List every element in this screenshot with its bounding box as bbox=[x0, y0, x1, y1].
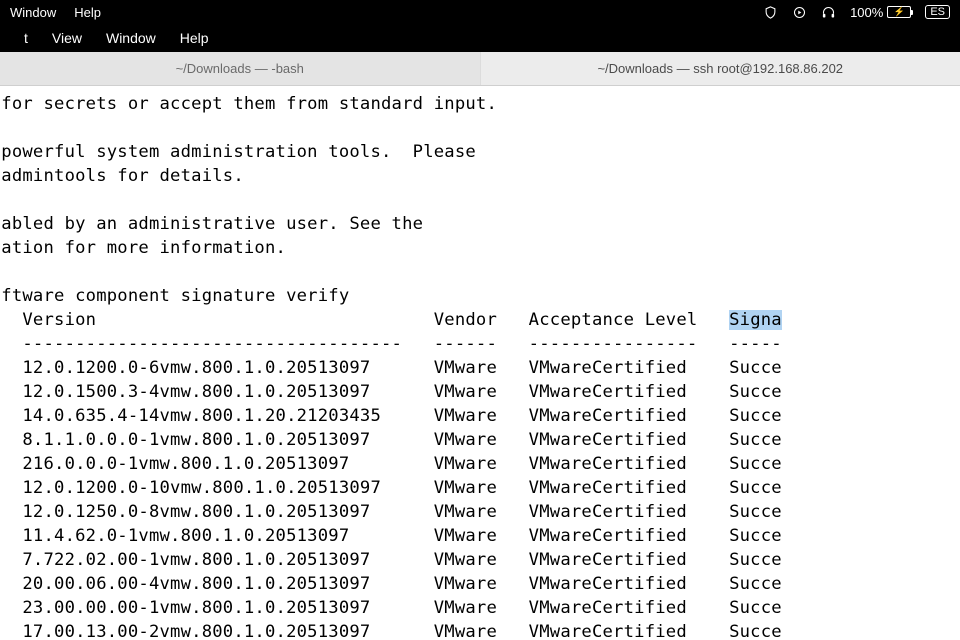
table-row: oCE 216.0.0.0-1vmw.800.1.0.20513097 VMwa… bbox=[0, 452, 960, 476]
terminal-tab-1[interactable]: ~/Downloads — -bash bbox=[0, 52, 481, 85]
tab-path: ~/Downloads bbox=[597, 61, 673, 76]
table-row: 12.0.1200.0-10vmw.800.1.0.20513097 VMwar… bbox=[0, 476, 960, 500]
table-row: be 12.0.1500.3-4vmw.800.1.0.20513097 VMw… bbox=[0, 380, 960, 404]
terminal-output[interactable]: rompt for secrets or accept them from st… bbox=[0, 86, 960, 640]
terminal-tabbar: ~/Downloads — -bash ~/Downloads — ssh ro… bbox=[0, 52, 960, 86]
terminal-line: cli software component signature verify bbox=[0, 284, 960, 308]
app-menu-window[interactable]: Window bbox=[106, 30, 156, 46]
battery-status[interactable]: 100% ⚡ bbox=[850, 5, 911, 20]
table-row: 7.722.02.00-1vmw.800.1.0.20513097 VMware… bbox=[0, 548, 960, 572]
table-row: 11.4.62.0-1vmw.800.1.0.20513097 VMware V… bbox=[0, 524, 960, 548]
terminal-line bbox=[0, 116, 960, 140]
terminal-line: cumentation for more information. bbox=[0, 236, 960, 260]
tab-sep: — bbox=[677, 61, 694, 76]
table-separator-row: ------ ---------------------------------… bbox=[0, 332, 960, 356]
tab-sep: — bbox=[255, 61, 272, 76]
terminal-line: rompt for secrets or accept them from st… bbox=[0, 92, 960, 116]
table-row: 20.00.06.00-4vmw.800.1.0.20513097 VMware… bbox=[0, 572, 960, 596]
table-row: 17.00.13.00-2vmw.800.1.0.20513097 VMware… bbox=[0, 620, 960, 640]
terminal-tab-2[interactable]: ~/Downloads — ssh root@192.168.86.202 bbox=[481, 52, 960, 85]
macos-menubar: Window Help 100% ⚡ ES bbox=[0, 0, 960, 24]
tab-proc: -bash bbox=[271, 61, 304, 76]
battery-percent: 100% bbox=[850, 5, 883, 20]
headphones-icon[interactable] bbox=[821, 5, 836, 20]
terminal-line: be disabled by an administrative user. S… bbox=[0, 212, 960, 236]
tab-proc: ssh root@192.168.86.202 bbox=[693, 61, 843, 76]
sys-menu-window[interactable]: Window bbox=[10, 5, 56, 20]
table-header-row: Version Vendor Acceptance Level Signa bbox=[0, 308, 960, 332]
app-menu-item[interactable]: t bbox=[24, 30, 28, 46]
battery-icon: ⚡ bbox=[887, 6, 911, 18]
highlighted-text: Signa bbox=[729, 310, 782, 330]
terminal-line: rted, powerful system administration too… bbox=[0, 140, 960, 164]
play-circle-icon[interactable] bbox=[792, 5, 807, 20]
app-menubar: t View Window Help bbox=[0, 24, 960, 52]
table-row: 12.0.1250.0-8vmw.800.1.0.20513097 VMware… bbox=[0, 500, 960, 524]
sys-menu-help[interactable]: Help bbox=[74, 5, 101, 20]
app-menu-view[interactable]: View bbox=[52, 30, 82, 46]
app-menu-help[interactable]: Help bbox=[180, 30, 209, 46]
tab-path: ~/Downloads bbox=[176, 61, 252, 76]
shield-icon[interactable] bbox=[763, 5, 778, 20]
table-row: 14.0.635.4-14vmw.800.1.20.21203435 VMwar… bbox=[0, 404, 960, 428]
terminal-line bbox=[0, 188, 960, 212]
terminal-line: go/sysadmintools for details. bbox=[0, 164, 960, 188]
terminal-line bbox=[0, 260, 960, 284]
table-row: 5 23.00.00.00-1vmw.800.1.0.20513097 VMwa… bbox=[0, 596, 960, 620]
input-language-badge[interactable]: ES bbox=[925, 5, 950, 19]
table-row: 8.1.1.0.0.0-1vmw.800.1.0.20513097 VMware… bbox=[0, 428, 960, 452]
table-row: ugin 12.0.1200.0-6vmw.800.1.0.20513097 V… bbox=[0, 356, 960, 380]
